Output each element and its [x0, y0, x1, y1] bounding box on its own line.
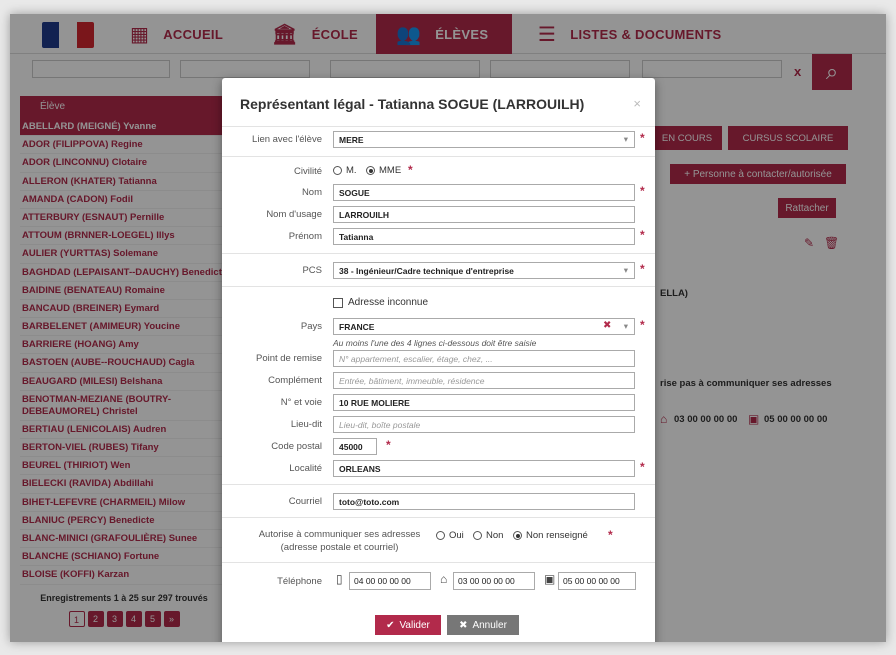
- pays-select[interactable]: FRANCE: [333, 318, 635, 335]
- divider: [222, 286, 655, 287]
- pcs-label: PCS: [302, 265, 322, 276]
- lieudit-label: Lieu-dit: [290, 419, 322, 430]
- pays-label: Pays: [300, 321, 322, 332]
- prenom-input[interactable]: Tatianna: [333, 228, 635, 245]
- telephone-label: Téléphone: [277, 576, 322, 587]
- autorise-label: Autorise à communiquer ses adresses (adr…: [258, 529, 421, 553]
- divider: [222, 126, 655, 127]
- required-marker: *: [640, 131, 645, 145]
- annuler-button[interactable]: ✖ Annuler: [447, 615, 519, 635]
- nom-usage-label: Nom d'usage: [266, 209, 322, 220]
- valider-button[interactable]: ✔ Valider: [375, 615, 441, 635]
- autorise-non-renseigne-radio[interactable]: Non renseigné: [513, 530, 588, 541]
- required-marker: *: [386, 438, 391, 452]
- adresse-inconnue-checkbox[interactable]: Adresse inconnue: [333, 297, 428, 308]
- radio-checked-icon: [366, 166, 375, 175]
- radio-icon: [473, 531, 482, 540]
- required-marker: *: [640, 262, 645, 276]
- radio-icon: [436, 531, 445, 540]
- complement-label: Complément: [268, 375, 322, 386]
- nom-input[interactable]: SOGUE: [333, 184, 635, 201]
- courriel-label: Courriel: [288, 496, 322, 507]
- civilite-label: Civilité: [294, 166, 322, 177]
- required-marker: *: [640, 228, 645, 242]
- address-note: Au moins l'une des 4 lignes ci-dessous d…: [333, 338, 537, 348]
- close-icon: ✖: [459, 619, 468, 631]
- voie-label: N° et voie: [280, 397, 322, 408]
- remise-label: Point de remise: [255, 353, 322, 364]
- required-marker: *: [640, 460, 645, 474]
- nom-usage-input[interactable]: LARROUILH: [333, 206, 635, 223]
- checkbox-icon: [333, 297, 343, 308]
- check-icon: ✔: [386, 619, 395, 631]
- required-marker: *: [640, 184, 645, 198]
- radio-checked-icon: [513, 531, 522, 540]
- divider: [222, 156, 655, 157]
- radio-icon: [333, 166, 342, 175]
- app-window: ▦ ACCUEIL 🏛 ÉCOLE 👥 ÉLÈVES ☰ LISTES & DO…: [10, 14, 886, 642]
- required-marker: *: [408, 163, 413, 177]
- divider: [222, 253, 655, 254]
- localite-input[interactable]: ORLEANS: [333, 460, 635, 477]
- dialog-title: Représentant légal - Tatianna SOGUE (LAR…: [240, 96, 585, 112]
- autorise-oui-radio[interactable]: Oui: [436, 530, 464, 541]
- voie-input[interactable]: 10 RUE MOLIERE: [333, 394, 635, 411]
- lien-select[interactable]: MERE: [333, 131, 635, 148]
- work-phone-icon: ▣: [544, 572, 556, 586]
- pcs-select[interactable]: 38 - Ingénieur/Cadre technique d'entrepr…: [333, 262, 635, 279]
- required-marker: *: [640, 318, 645, 332]
- mobile-phone-icon: ▯: [336, 572, 343, 586]
- civilite-m-radio[interactable]: M.: [333, 165, 357, 176]
- divider: [222, 484, 655, 485]
- courriel-input[interactable]: toto@toto.com: [333, 493, 635, 510]
- nom-label: Nom: [301, 187, 322, 198]
- work-phone-input[interactable]: 05 00 00 00 00: [558, 572, 636, 590]
- mobile-phone-input[interactable]: 04 00 00 00 00: [349, 572, 431, 590]
- prenom-label: Prénom: [288, 231, 322, 242]
- cp-label: Code postal: [271, 441, 322, 452]
- home-phone-icon: ⌂: [440, 572, 448, 586]
- required-marker: *: [608, 528, 613, 542]
- close-icon[interactable]: ×: [633, 96, 641, 111]
- divider: [222, 517, 655, 518]
- code-postal-input[interactable]: 45000: [333, 438, 377, 455]
- remise-input[interactable]: N° appartement, escalier, étage, chez, .…: [333, 350, 635, 367]
- localite-label: Localité: [289, 463, 322, 474]
- autorise-non-radio[interactable]: Non: [473, 530, 503, 541]
- home-phone-input[interactable]: 03 00 00 00 00: [453, 572, 535, 590]
- complement-input[interactable]: Entrée, bâtiment, immeuble, résidence: [333, 372, 635, 389]
- civilite-mme-radio[interactable]: MME: [366, 165, 401, 176]
- clear-pays-icon[interactable]: ✖: [603, 320, 611, 331]
- lieudit-input[interactable]: Lieu-dit, boîte postale: [333, 416, 635, 433]
- representant-legal-dialog: Représentant légal - Tatianna SOGUE (LAR…: [222, 78, 655, 642]
- lien-label: Lien avec l'élève: [252, 134, 322, 145]
- divider: [222, 562, 655, 563]
